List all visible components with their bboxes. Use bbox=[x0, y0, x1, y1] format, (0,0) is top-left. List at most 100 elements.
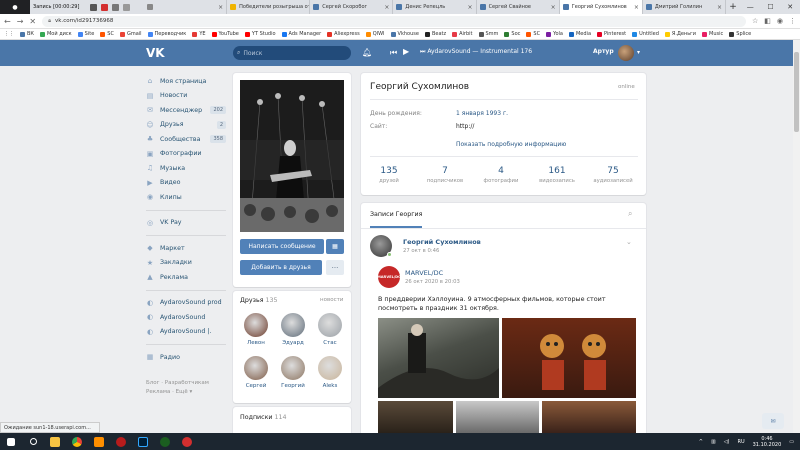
bookmark-item[interactable]: Pinterest bbox=[597, 31, 626, 37]
sidebar-item[interactable]: ✉ Мессенджер 202 bbox=[146, 103, 226, 118]
sidebar-item[interactable]: ◆ Маркет bbox=[146, 241, 226, 256]
bookmark-item[interactable]: SC bbox=[100, 31, 114, 37]
post-image-2[interactable] bbox=[502, 318, 636, 398]
sidebar-item[interactable]: ★ Закладки bbox=[146, 256, 226, 271]
bookmark-item[interactable]: Media bbox=[568, 31, 591, 37]
play-icon[interactable]: ▶ bbox=[403, 47, 409, 56]
post-date[interactable]: 27 окт в 0:46 bbox=[403, 248, 439, 254]
bookmark-item[interactable]: QIWI bbox=[365, 31, 385, 37]
profile-stat[interactable]: 4 фотографии bbox=[477, 166, 525, 184]
chevron-down-icon[interactable]: ▾ bbox=[637, 49, 640, 56]
post-image-3[interactable] bbox=[378, 401, 453, 433]
explorer-button[interactable] bbox=[44, 433, 66, 450]
post-image-1[interactable] bbox=[378, 318, 499, 398]
bookmark-item[interactable]: Beatz bbox=[424, 31, 446, 37]
friend-item[interactable]: Эдуард bbox=[277, 313, 309, 346]
bookmark-item[interactable]: YT Studio bbox=[244, 31, 276, 37]
close-tab-icon[interactable]: × bbox=[632, 4, 639, 11]
camera-icon[interactable] bbox=[112, 3, 119, 11]
post-author[interactable]: Георгий Сухомлинов bbox=[403, 238, 481, 246]
bookmark-item[interactable]: Soc bbox=[504, 31, 520, 37]
close-window-icon[interactable]: ✕ bbox=[787, 3, 793, 11]
sidebar-item[interactable]: ▦ Радио bbox=[146, 350, 226, 365]
audio-app-button[interactable] bbox=[154, 433, 176, 450]
search-wall-icon[interactable]: ⌕ bbox=[628, 209, 632, 219]
friend-item[interactable]: Aleks bbox=[314, 356, 346, 389]
bookmark-item[interactable]: SC bbox=[526, 31, 540, 37]
forward-icon[interactable]: → bbox=[17, 17, 24, 26]
search-input[interactable] bbox=[243, 49, 334, 57]
bell-icon[interactable]: 🔔︎ bbox=[362, 48, 372, 57]
language-indicator[interactable]: RU bbox=[737, 439, 744, 445]
footer-links-2[interactable]: Реклама · Ещё ▾ bbox=[146, 388, 226, 397]
sidebar-item[interactable]: ▲ Реклама bbox=[146, 270, 226, 285]
sidebar-item[interactable]: ♫ Музыка bbox=[146, 161, 226, 176]
bookmark-item[interactable]: Splice bbox=[729, 31, 751, 37]
recorder-button[interactable] bbox=[176, 433, 198, 450]
bookmark-item[interactable]: Site bbox=[77, 31, 94, 37]
volume-icon[interactable]: ◁) bbox=[724, 439, 730, 445]
bookmark-item[interactable]: Ads Manager bbox=[281, 31, 321, 37]
photoshop-button[interactable] bbox=[132, 433, 154, 450]
now-playing[interactable]: ⏭︎ AydarovSound — Instrumental 176 bbox=[420, 48, 532, 56]
avatar[interactable] bbox=[618, 45, 634, 61]
sidebar-item[interactable]: ⌂ Моя страница bbox=[146, 74, 226, 89]
app-button[interactable] bbox=[110, 433, 132, 450]
browser-tab[interactable]: Денис Репецль × bbox=[393, 0, 477, 14]
bookmark-item[interactable]: Untitled bbox=[632, 31, 659, 37]
page-scrollbar[interactable] bbox=[793, 40, 800, 433]
gift-button[interactable]: ▦ bbox=[326, 239, 344, 254]
notifications-icon[interactable]: ▭ bbox=[789, 439, 794, 445]
star-icon[interactable]: ☆ bbox=[752, 17, 758, 25]
bookmark-item[interactable]: Vkhouse bbox=[390, 31, 419, 37]
menu-icon[interactable]: ⋮ bbox=[789, 17, 796, 25]
scrollbar-thumb[interactable] bbox=[794, 52, 799, 132]
bookmark-item[interactable]: Yola bbox=[546, 31, 563, 37]
url-field[interactable]: 🔒︎ vk.com/id291736968 bbox=[42, 15, 746, 27]
bookmark-item[interactable]: Gmail bbox=[119, 31, 142, 37]
vk-search[interactable]: ⌕ bbox=[233, 46, 351, 60]
post-image-5[interactable] bbox=[542, 401, 636, 433]
friend-item[interactable]: Георгий bbox=[277, 356, 309, 389]
maximize-icon[interactable]: ☐ bbox=[767, 3, 773, 11]
profile-stat[interactable]: 7 подписчиков bbox=[421, 166, 469, 184]
friends-news-link[interactable]: новости bbox=[320, 297, 343, 303]
minimize-icon[interactable]: — bbox=[747, 3, 754, 11]
sidebar-item[interactable]: ◐ AydarovSound |. bbox=[146, 325, 226, 340]
pen-icon[interactable] bbox=[123, 3, 130, 11]
repost-date[interactable]: 26 окт 2020 в 20:03 bbox=[405, 279, 460, 285]
bookmark-item[interactable]: Aliexpress bbox=[327, 31, 360, 37]
clock[interactable]: 0:46 31.10.2020 bbox=[753, 436, 782, 448]
user-name[interactable]: Артур bbox=[593, 48, 614, 55]
close-tab-icon[interactable]: × bbox=[216, 4, 223, 11]
vk-logo-icon[interactable]: VK bbox=[146, 46, 166, 60]
bookmark-item[interactable]: YouTube bbox=[211, 31, 239, 37]
close-tab-icon[interactable]: × bbox=[549, 4, 556, 11]
profile-stat[interactable]: 161 видеозапись bbox=[533, 166, 581, 184]
repost-source[interactable]: MARVEL/DC bbox=[405, 269, 443, 277]
apps-icon[interactable]: ⋮⋮ bbox=[4, 31, 14, 37]
profile-photo[interactable] bbox=[240, 80, 344, 232]
stop-loading-icon[interactable]: ✕ bbox=[29, 17, 36, 26]
search-taskbar-button[interactable] bbox=[22, 433, 44, 450]
close-tab-icon[interactable]: × bbox=[466, 4, 473, 11]
repost-logo[interactable]: MARVEL/DC bbox=[377, 266, 401, 288]
sidebar-item[interactable]: ▣ Фотографии bbox=[146, 147, 226, 162]
show-more-info-link[interactable]: Показать подробную информацию bbox=[456, 141, 566, 148]
bookmark-item[interactable]: Music bbox=[702, 31, 723, 37]
subscriptions-title[interactable]: Подписки 114 bbox=[240, 414, 287, 421]
sidebar-item[interactable]: ♣ Сообщества 358 bbox=[146, 132, 226, 147]
add-friend-button[interactable]: Добавить в друзья bbox=[240, 260, 322, 275]
post-image-4[interactable] bbox=[456, 401, 539, 433]
sidebar-item[interactable]: ◐ AydarovSound prod bbox=[146, 296, 226, 311]
footer-links-1[interactable]: Блог · Разработчикам bbox=[146, 379, 226, 388]
write-message-button[interactable]: Написать сообщение bbox=[240, 239, 324, 254]
sidebar-item[interactable]: ▤ Новости bbox=[146, 89, 226, 104]
bookmark-item[interactable]: Я.Деньги bbox=[664, 31, 696, 37]
profile-icon[interactable]: ◉ bbox=[777, 17, 783, 25]
sidebar-item[interactable]: ◐ AydarovSound bbox=[146, 310, 226, 325]
bookmark-item[interactable]: YE bbox=[192, 31, 206, 37]
start-button[interactable] bbox=[0, 433, 22, 450]
back-icon[interactable]: ← bbox=[4, 17, 11, 26]
bookmark-item[interactable]: ВК bbox=[20, 31, 34, 37]
